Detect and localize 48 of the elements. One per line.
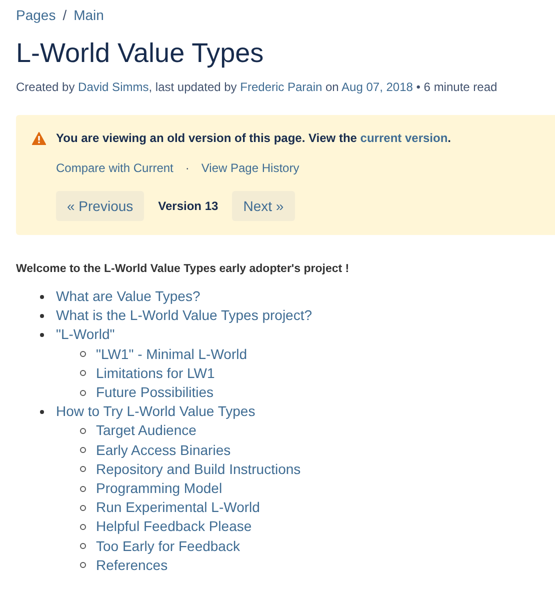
breadcrumb-separator: / — [62, 7, 67, 23]
bullet-icon — [80, 486, 86, 492]
contents-link[interactable]: "L-World" — [56, 325, 115, 345]
contents-link[interactable]: Programming Model — [96, 479, 222, 498]
bullet-icon — [40, 333, 44, 337]
bullet-icon — [80, 390, 86, 396]
bullet-icon — [40, 410, 44, 414]
history-link[interactable]: Compare with Current — [56, 160, 174, 176]
bullet-icon — [80, 524, 86, 530]
author-link[interactable]: David Simms — [78, 80, 149, 94]
bullet-icon — [80, 428, 86, 434]
bullet-icon — [80, 562, 86, 568]
link-separator: · — [185, 160, 190, 176]
contents-link[interactable]: Limitations for LW1 — [96, 364, 215, 384]
bullet-icon — [40, 294, 44, 299]
previous-button[interactable]: « Previous — [56, 191, 144, 221]
contents-link[interactable]: "LW1" - Minimal L-World — [96, 344, 247, 364]
version-label: Version 13 — [158, 199, 218, 213]
bullet-icon — [80, 466, 86, 472]
contents-link[interactable]: Future Possibilities — [96, 383, 214, 402]
page-byline: Created by David Simms, last updated by Frederic Parain on Aug 07, 2018 • 6 minute read — [16, 79, 498, 95]
breadcrumb-link[interactable]: Main — [74, 7, 104, 23]
bullet-icon — [40, 314, 44, 318]
author-link[interactable]: Frederic Parain — [240, 80, 322, 94]
contents-link[interactable]: Run Experimental L-World — [96, 498, 260, 518]
contents-link[interactable]: Target Audience — [96, 421, 196, 441]
contents-link[interactable]: Early Access Binaries — [96, 440, 231, 460]
contents-link[interactable]: References — [96, 556, 168, 576]
contents-link[interactable]: Helpful Feedback Please — [96, 517, 252, 537]
intro-text: Welcome to the L-World Value Types early adopter's project ! — [16, 262, 350, 277]
contents-link[interactable]: What are Value Types? — [56, 287, 200, 306]
breadcrumb-link[interactable]: Pages — [16, 7, 56, 23]
old-version-message: You are viewing an old version of this page. View the current version. — [56, 130, 452, 146]
next-button[interactable]: Next » — [232, 191, 295, 221]
current-version-link[interactable]: current version — [360, 131, 448, 145]
bullet-icon — [80, 447, 86, 454]
contents-link[interactable]: Too Early for Feedback — [96, 536, 240, 556]
warning-icon — [32, 132, 46, 144]
bullet-icon — [80, 351, 86, 358]
bullet-icon — [80, 370, 86, 376]
bullet-icon — [80, 543, 86, 550]
contents-link[interactable]: How to Try L-World Value Types — [56, 402, 256, 422]
contents-link[interactable]: What is the L-World Value Types project? — [56, 306, 312, 326]
history-link[interactable]: View Page History — [201, 160, 300, 176]
contents-link[interactable]: Repository and Build Instructions — [96, 460, 301, 480]
page-title: L-World Value Types — [16, 37, 265, 70]
bullet-icon — [80, 504, 86, 511]
author-link[interactable]: Aug 07, 2018 — [342, 80, 413, 94]
